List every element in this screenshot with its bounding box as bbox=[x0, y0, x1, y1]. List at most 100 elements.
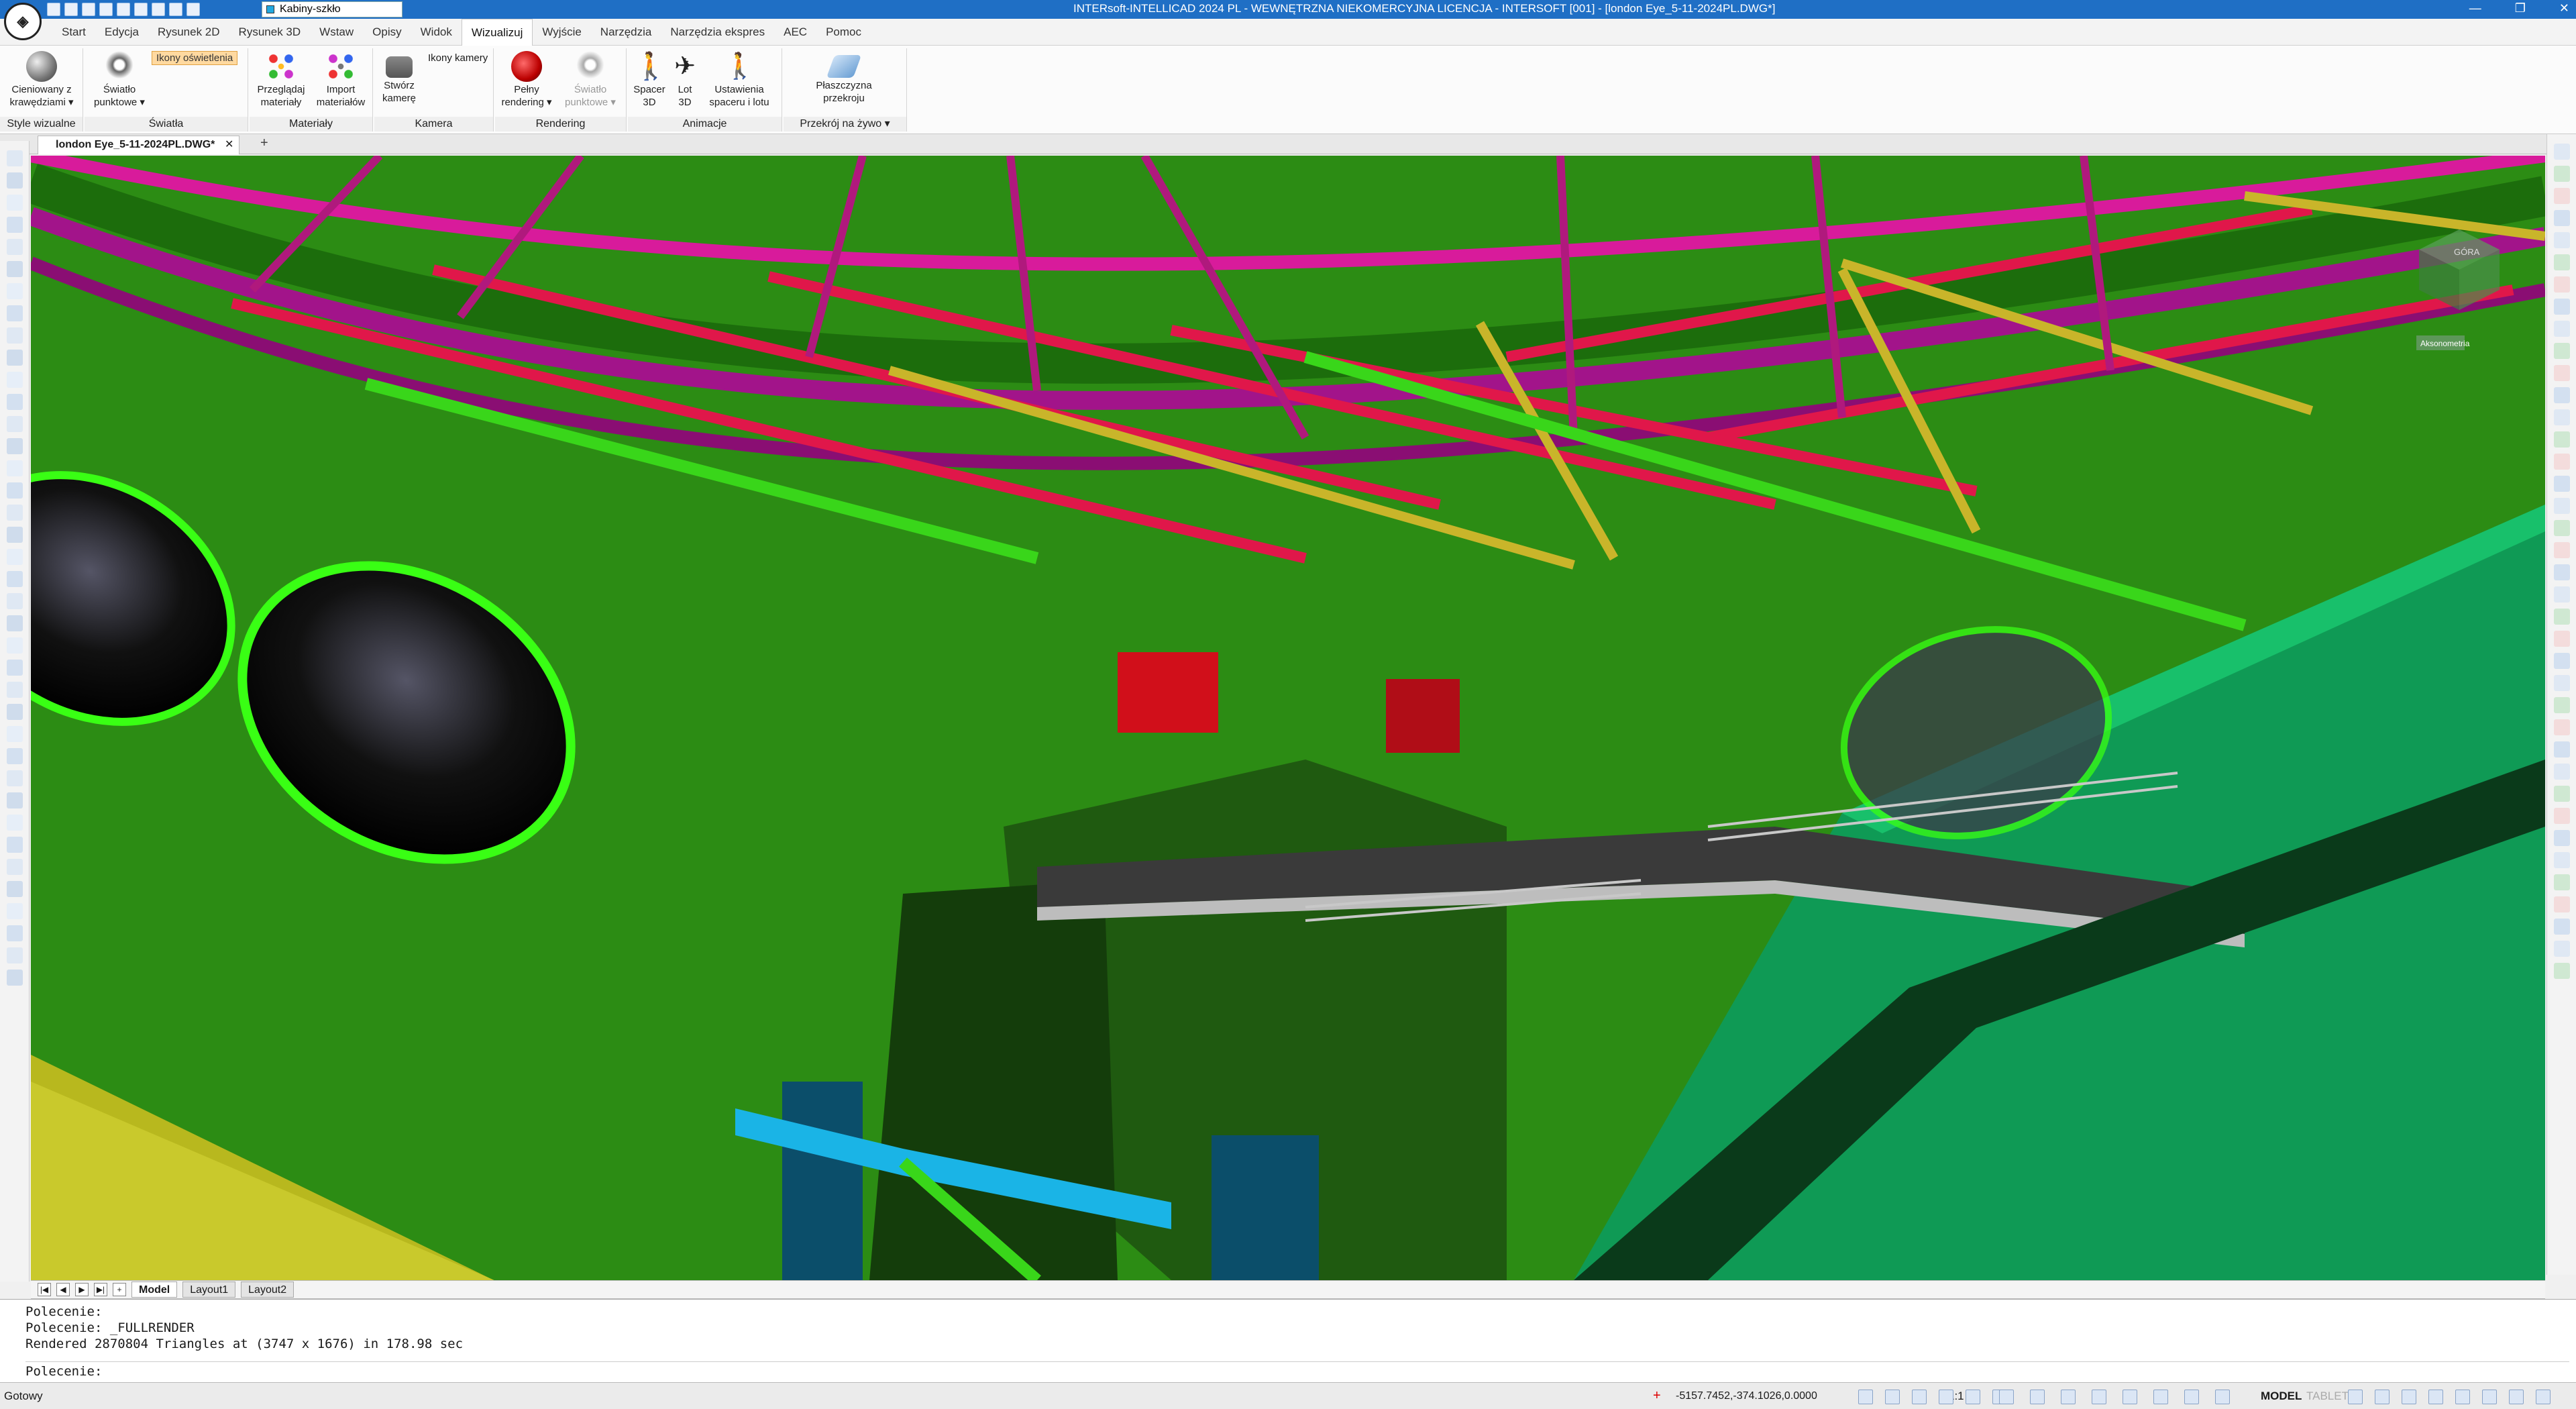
last-layout-icon[interactable]: ▶| bbox=[94, 1283, 107, 1296]
right-toolbar-tool-icon[interactable] bbox=[2554, 830, 2570, 846]
import-materials-button[interactable]: Import materiałów bbox=[311, 48, 370, 109]
layout-tab-model[interactable]: Model bbox=[131, 1282, 178, 1298]
left-toolbar-tool-icon[interactable] bbox=[7, 704, 23, 720]
right-toolbar-tool-icon[interactable] bbox=[2554, 210, 2570, 226]
right-toolbar-tool-icon[interactable] bbox=[2554, 719, 2570, 735]
status-toggle-icon[interactable] bbox=[2215, 1390, 2230, 1404]
tab-rysunek-3d[interactable]: Rysunek 3D bbox=[229, 19, 311, 46]
left-toolbar-tool-icon[interactable] bbox=[7, 925, 23, 941]
walk-fly-settings-button[interactable]: 🚶 Ustawienia spaceru i lotu bbox=[699, 48, 780, 109]
left-toolbar-tool-icon[interactable] bbox=[7, 970, 23, 986]
status-toggle-icon[interactable] bbox=[1966, 1390, 1980, 1404]
left-toolbar-tool-icon[interactable] bbox=[7, 792, 23, 808]
status-workspace-icon[interactable] bbox=[2536, 1390, 2551, 1404]
tab-opisy[interactable]: Opisy bbox=[363, 19, 411, 46]
status-workspace-icon[interactable] bbox=[2428, 1390, 2443, 1404]
right-toolbar-tool-icon[interactable] bbox=[2554, 343, 2570, 359]
left-toolbar-tool-icon[interactable] bbox=[7, 438, 23, 454]
right-toolbar-tool-icon[interactable] bbox=[2554, 409, 2570, 425]
tab-pomoc[interactable]: Pomoc bbox=[816, 19, 871, 46]
right-toolbar-tool-icon[interactable] bbox=[2554, 764, 2570, 780]
render-point-light-button[interactable]: Światło punktowe ▾ bbox=[557, 48, 624, 109]
left-toolbar-tool-icon[interactable] bbox=[7, 770, 23, 786]
right-toolbar-tool-icon[interactable] bbox=[2554, 852, 2570, 868]
left-toolbar-tool-icon[interactable] bbox=[7, 903, 23, 919]
tablet-toggle[interactable]: TABLET bbox=[2306, 1390, 2349, 1403]
right-toolbar-tool-icon[interactable] bbox=[2554, 941, 2570, 957]
status-toggle-icon[interactable] bbox=[2061, 1390, 2076, 1404]
left-toolbar-tool-icon[interactable] bbox=[7, 195, 23, 211]
right-toolbar-tool-icon[interactable] bbox=[2554, 653, 2570, 669]
document-tab[interactable]: london Eye_5-11-2024PL.DWG* ✕ bbox=[38, 136, 240, 154]
right-toolbar-tool-icon[interactable] bbox=[2554, 697, 2570, 713]
right-toolbar-tool-icon[interactable] bbox=[2554, 166, 2570, 182]
status-toggle-icon[interactable] bbox=[1999, 1390, 2014, 1404]
left-toolbar-tool-icon[interactable] bbox=[7, 748, 23, 764]
browse-materials-button[interactable]: Przeglądaj materiały bbox=[252, 48, 310, 109]
status-toggle-icon[interactable] bbox=[1912, 1390, 1927, 1404]
status-workspace-icon[interactable] bbox=[2455, 1390, 2470, 1404]
command-line[interactable]: Polecenie: Polecenie: _FULLRENDER Render… bbox=[0, 1299, 2576, 1382]
next-layout-icon[interactable]: ▶ bbox=[75, 1283, 89, 1296]
minimize-icon[interactable]: — bbox=[2469, 1, 2481, 15]
save-icon[interactable] bbox=[82, 3, 95, 16]
prev-layout-icon[interactable]: ◀ bbox=[56, 1283, 70, 1296]
status-workspace-icon[interactable] bbox=[2509, 1390, 2524, 1404]
left-toolbar-tool-icon[interactable] bbox=[7, 482, 23, 499]
left-toolbar-tool-icon[interactable] bbox=[7, 350, 23, 366]
layout-tab-layout1[interactable]: Layout1 bbox=[182, 1282, 236, 1298]
add-layout-icon[interactable]: + bbox=[113, 1283, 126, 1296]
left-toolbar-tool-icon[interactable] bbox=[7, 593, 23, 609]
status-workspace-icon[interactable] bbox=[2402, 1390, 2416, 1404]
walk-3d-button[interactable]: 🚶 Spacer 3D bbox=[628, 48, 671, 109]
camera-icons-toggle[interactable]: Ikony kamery bbox=[417, 52, 488, 64]
right-toolbar-tool-icon[interactable] bbox=[2554, 299, 2570, 315]
full-render-button[interactable]: Pełny rendering ▾ bbox=[496, 48, 557, 109]
app-logo-icon[interactable]: ◈ bbox=[4, 3, 42, 40]
drawing-viewport[interactable]: GÓRA Aksonometria bbox=[31, 156, 2545, 1280]
right-toolbar-tool-icon[interactable] bbox=[2554, 431, 2570, 448]
left-toolbar-tool-icon[interactable] bbox=[7, 394, 23, 410]
print-icon[interactable] bbox=[117, 3, 130, 16]
right-toolbar-tool-icon[interactable] bbox=[2554, 786, 2570, 802]
right-toolbar-tool-icon[interactable] bbox=[2554, 321, 2570, 337]
status-toggle-icon[interactable] bbox=[1939, 1390, 1953, 1404]
new-file-icon[interactable] bbox=[47, 3, 60, 16]
left-toolbar-tool-icon[interactable] bbox=[7, 637, 23, 654]
first-layout-icon[interactable]: |◀ bbox=[38, 1283, 51, 1296]
lock-icon[interactable] bbox=[186, 3, 200, 16]
right-toolbar-tool-icon[interactable] bbox=[2554, 520, 2570, 536]
left-toolbar-tool-icon[interactable] bbox=[7, 947, 23, 963]
right-toolbar-tool-icon[interactable] bbox=[2554, 874, 2570, 890]
open-file-icon[interactable] bbox=[64, 3, 78, 16]
tab-wstaw[interactable]: Wstaw bbox=[310, 19, 363, 46]
tab-narzędzia-ekspres[interactable]: Narzędzia ekspres bbox=[661, 19, 774, 46]
status-toggle-icon[interactable] bbox=[1885, 1390, 1900, 1404]
right-toolbar-tool-icon[interactable] bbox=[2554, 498, 2570, 514]
left-toolbar-tool-icon[interactable] bbox=[7, 283, 23, 299]
point-light-button[interactable]: Światło punktowe ▾ bbox=[87, 48, 152, 109]
status-toggle-icon[interactable] bbox=[2092, 1390, 2106, 1404]
status-toggle-icon[interactable] bbox=[2153, 1390, 2168, 1404]
left-toolbar-tool-icon[interactable] bbox=[7, 239, 23, 255]
layer-properties-icon[interactable] bbox=[169, 3, 182, 16]
left-toolbar-tool-icon[interactable] bbox=[7, 327, 23, 344]
tab-wyjście[interactable]: Wyjście bbox=[533, 19, 590, 46]
left-toolbar-tool-icon[interactable] bbox=[7, 682, 23, 698]
left-toolbar-tool-icon[interactable] bbox=[7, 660, 23, 676]
tab-wizualizuj[interactable]: Wizualizuj bbox=[461, 18, 533, 46]
right-toolbar-tool-icon[interactable] bbox=[2554, 919, 2570, 935]
save-as-icon[interactable] bbox=[99, 3, 113, 16]
create-camera-button[interactable]: Stwórz kamerę bbox=[376, 48, 423, 105]
right-toolbar-tool-icon[interactable] bbox=[2554, 808, 2570, 824]
right-toolbar-tool-icon[interactable] bbox=[2554, 188, 2570, 204]
left-toolbar-tool-icon[interactable] bbox=[7, 549, 23, 565]
undo-icon[interactable] bbox=[134, 3, 148, 16]
left-toolbar-tool-icon[interactable] bbox=[7, 726, 23, 742]
right-toolbar-tool-icon[interactable] bbox=[2554, 542, 2570, 558]
left-toolbar-tool-icon[interactable] bbox=[7, 859, 23, 875]
shaded-with-edges-button[interactable]: Cieniowany z krawędziami ▾ bbox=[4, 48, 79, 109]
status-workspace-icon[interactable] bbox=[2482, 1390, 2497, 1404]
left-toolbar-tool-icon[interactable] bbox=[7, 571, 23, 587]
status-workspace-icon[interactable] bbox=[2375, 1390, 2390, 1404]
